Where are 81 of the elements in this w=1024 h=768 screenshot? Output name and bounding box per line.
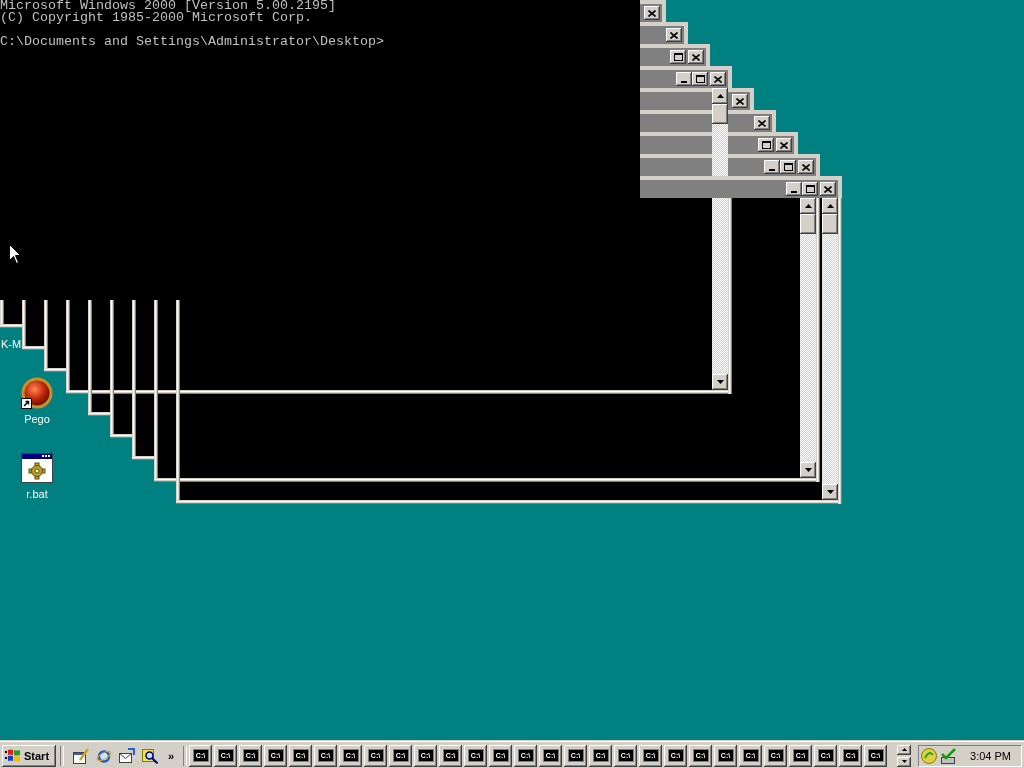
mouse-pointer-icon [9,244,21,264]
caret-down-icon [901,760,907,763]
caret-down-icon [826,490,834,494]
chevron-button[interactable]: » [161,744,181,767]
close-icon [736,97,744,105]
window-title-bar[interactable] [640,22,688,44]
close-button[interactable] [732,94,748,108]
scroll-down-button[interactable] [897,756,911,767]
check-device-icon[interactable] [940,747,956,764]
console-text-line: (C) Copyright 1985-2000 Microsoft Corp. [0,12,312,24]
window-title-bar[interactable] [640,44,710,66]
scroll-down-button[interactable] [712,374,728,390]
close-icon [714,75,722,83]
console-text-line: Microsoft Windows 2000 [Version 5.00.2195] [0,0,336,12]
flag-icon [5,748,21,763]
close-button[interactable] [754,116,770,130]
search-icon[interactable] [141,747,158,764]
maximize-button[interactable] [780,160,796,174]
close-icon [758,119,766,127]
scroll-thumb[interactable] [712,104,728,124]
caret-down-icon [804,468,812,472]
envelope-icon[interactable] [118,747,135,764]
scroll-down-button[interactable] [800,462,816,478]
caret-up-icon [716,94,724,98]
caret-up-icon [804,204,812,208]
icon-label[interactable]: r.bat [26,488,48,501]
close-button[interactable] [776,138,792,152]
notepad-pencil-icon[interactable] [72,747,89,764]
window-title-bar[interactable] [640,132,798,154]
close-icon [780,141,788,149]
clock[interactable]: 3:04 PM [970,749,1011,762]
close-icon [648,9,656,17]
scroll-down-button[interactable] [822,484,838,500]
scroll-up-button[interactable] [712,88,728,104]
scrollbar-track[interactable] [800,198,816,478]
maximize-button[interactable] [692,72,708,86]
window-gear-icon[interactable] [21,452,53,484]
minimize-button[interactable] [764,160,780,174]
window-title-bar[interactable] [640,66,732,88]
scroll-up-button[interactable] [800,198,816,214]
scroll-up-button[interactable] [897,744,911,755]
close-icon [670,31,678,39]
window-title-bar[interactable] [640,0,666,22]
close-button[interactable] [798,160,814,174]
minimize-icon [791,191,797,193]
close-icon [692,53,700,61]
window-title-bar[interactable] [640,176,842,198]
minimize-icon [769,169,775,171]
close-button[interactable] [710,72,726,86]
maximize-icon [695,75,705,83]
close-icon [824,185,832,193]
close-icon [802,163,810,171]
maximize-icon [761,141,771,149]
minimize-button[interactable] [676,72,692,86]
maximize-icon [673,53,683,61]
close-button[interactable] [820,182,836,196]
minimize-button[interactable] [786,182,802,196]
scroll-up-button[interactable] [822,198,838,214]
close-button[interactable] [644,6,660,20]
maximize-button[interactable] [802,182,818,196]
maximize-icon [805,185,815,193]
caret-up-icon [826,204,834,208]
maximize-icon [783,163,793,171]
window-title-bar[interactable] [640,154,820,176]
caret-up-icon [901,748,907,751]
icon-label[interactable]: K-M [1,338,22,351]
maximize-button[interactable] [670,50,686,64]
maximize-button[interactable] [758,138,774,152]
minimize-icon [681,81,687,83]
caret-down-icon [716,380,724,384]
start-button[interactable]: Start [2,744,56,767]
scroll-thumb[interactable] [800,214,816,234]
globe-orbit-icon[interactable] [95,747,112,764]
scroll-thumb[interactable] [822,214,838,234]
close-button[interactable] [666,28,682,42]
close-button[interactable] [688,50,704,64]
icon-label[interactable]: Pego [24,413,50,426]
scrollbar-track[interactable] [822,198,838,500]
console-prompt: C:\Documents and Settings\Administrator\Desktop> [0,36,384,48]
shortcut-arrow-icon [21,398,32,409]
scrollbar-track[interactable] [712,88,728,390]
